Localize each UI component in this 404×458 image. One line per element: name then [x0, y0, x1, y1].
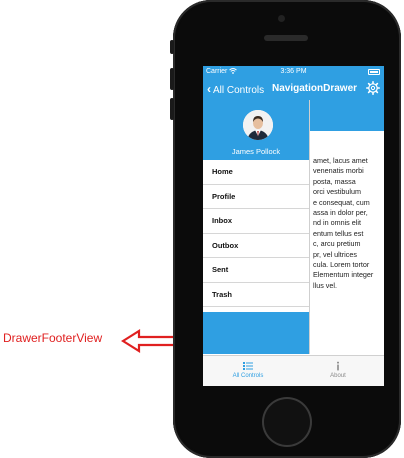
main-content-line: posta, massa	[313, 176, 356, 186]
drawer-item-inbox[interactable]: Inbox	[203, 209, 309, 234]
camera	[278, 15, 285, 22]
navigation-bar: ‹ All Controls NavigationDrawer	[203, 78, 384, 100]
drawer-item-outbox[interactable]: Outbox	[203, 234, 309, 258]
status-time: 3:36 PM	[280, 68, 307, 75]
annotation-label: DrawerFooterView	[3, 331, 103, 345]
user-photo-icon	[243, 110, 273, 140]
back-button-label: All Controls	[213, 85, 265, 96]
main-content-text: amet, lacus amet venenatis morbi posta, ma…	[313, 156, 381, 291]
main-content-line: e consequat, cum	[313, 197, 370, 207]
drawer-footer-view	[203, 312, 309, 354]
main-content-line: venenatis morbi	[313, 166, 364, 176]
navigation-drawer: James Pollock Home Profile Inbox Outbox …	[203, 100, 310, 354]
main-content-line: entum tellus est	[313, 228, 364, 238]
main-content-line: assa in dolor per,	[313, 208, 368, 218]
home-button[interactable]	[262, 397, 312, 447]
list-icon	[243, 362, 253, 370]
mute-switch	[170, 40, 174, 54]
back-button[interactable]: ‹ All Controls	[207, 82, 264, 96]
avatar	[243, 110, 273, 140]
chevron-left-icon: ‹	[207, 82, 211, 96]
main-content-line: llus vel.	[313, 280, 337, 290]
drawer-item-home[interactable]: Home	[203, 160, 309, 185]
tab-about[interactable]: About	[293, 359, 383, 379]
volume-up-button	[170, 68, 174, 90]
main-content-line: amet, lacus amet	[313, 156, 368, 165]
main-content-line: nd in omnis elit	[313, 218, 361, 228]
drawer-menu: Home Profile Inbox Outbox Sent Trash	[203, 160, 309, 307]
main-content-line: c, arcu pretium	[313, 239, 361, 249]
drawer-header: James Pollock	[203, 100, 309, 160]
drawer-item-profile[interactable]: Profile	[203, 185, 309, 209]
volume-down-button	[170, 98, 174, 120]
info-icon	[337, 361, 339, 371]
page-title: NavigationDrawer	[272, 83, 358, 94]
main-content-line: Elementum integer	[313, 270, 374, 280]
tab-about-label: About	[330, 373, 346, 379]
tab-all-controls[interactable]: All Controls	[203, 359, 293, 379]
gear-icon[interactable]	[366, 81, 380, 95]
main-content-line: cula. Lorem tortor	[313, 260, 370, 270]
main-content-line: pr, vel ultrices	[313, 249, 357, 259]
main-header-strip	[310, 100, 384, 131]
tab-bar: All Controls About	[203, 355, 384, 386]
drawer-item-trash[interactable]: Trash	[203, 283, 309, 307]
main-content-line: orci vestibulum	[313, 187, 361, 197]
drawer-user-name: James Pollock	[231, 147, 281, 156]
speaker	[264, 35, 308, 41]
tab-all-controls-label: All Controls	[232, 373, 264, 379]
status-bar: Carrier 3:36 PM	[203, 66, 384, 78]
drawer-item-sent[interactable]: Sent	[203, 258, 309, 283]
battery-icon	[368, 69, 380, 75]
phone-screen: Carrier 3:36 PM ‹ All Controls Navigation…	[203, 66, 384, 386]
